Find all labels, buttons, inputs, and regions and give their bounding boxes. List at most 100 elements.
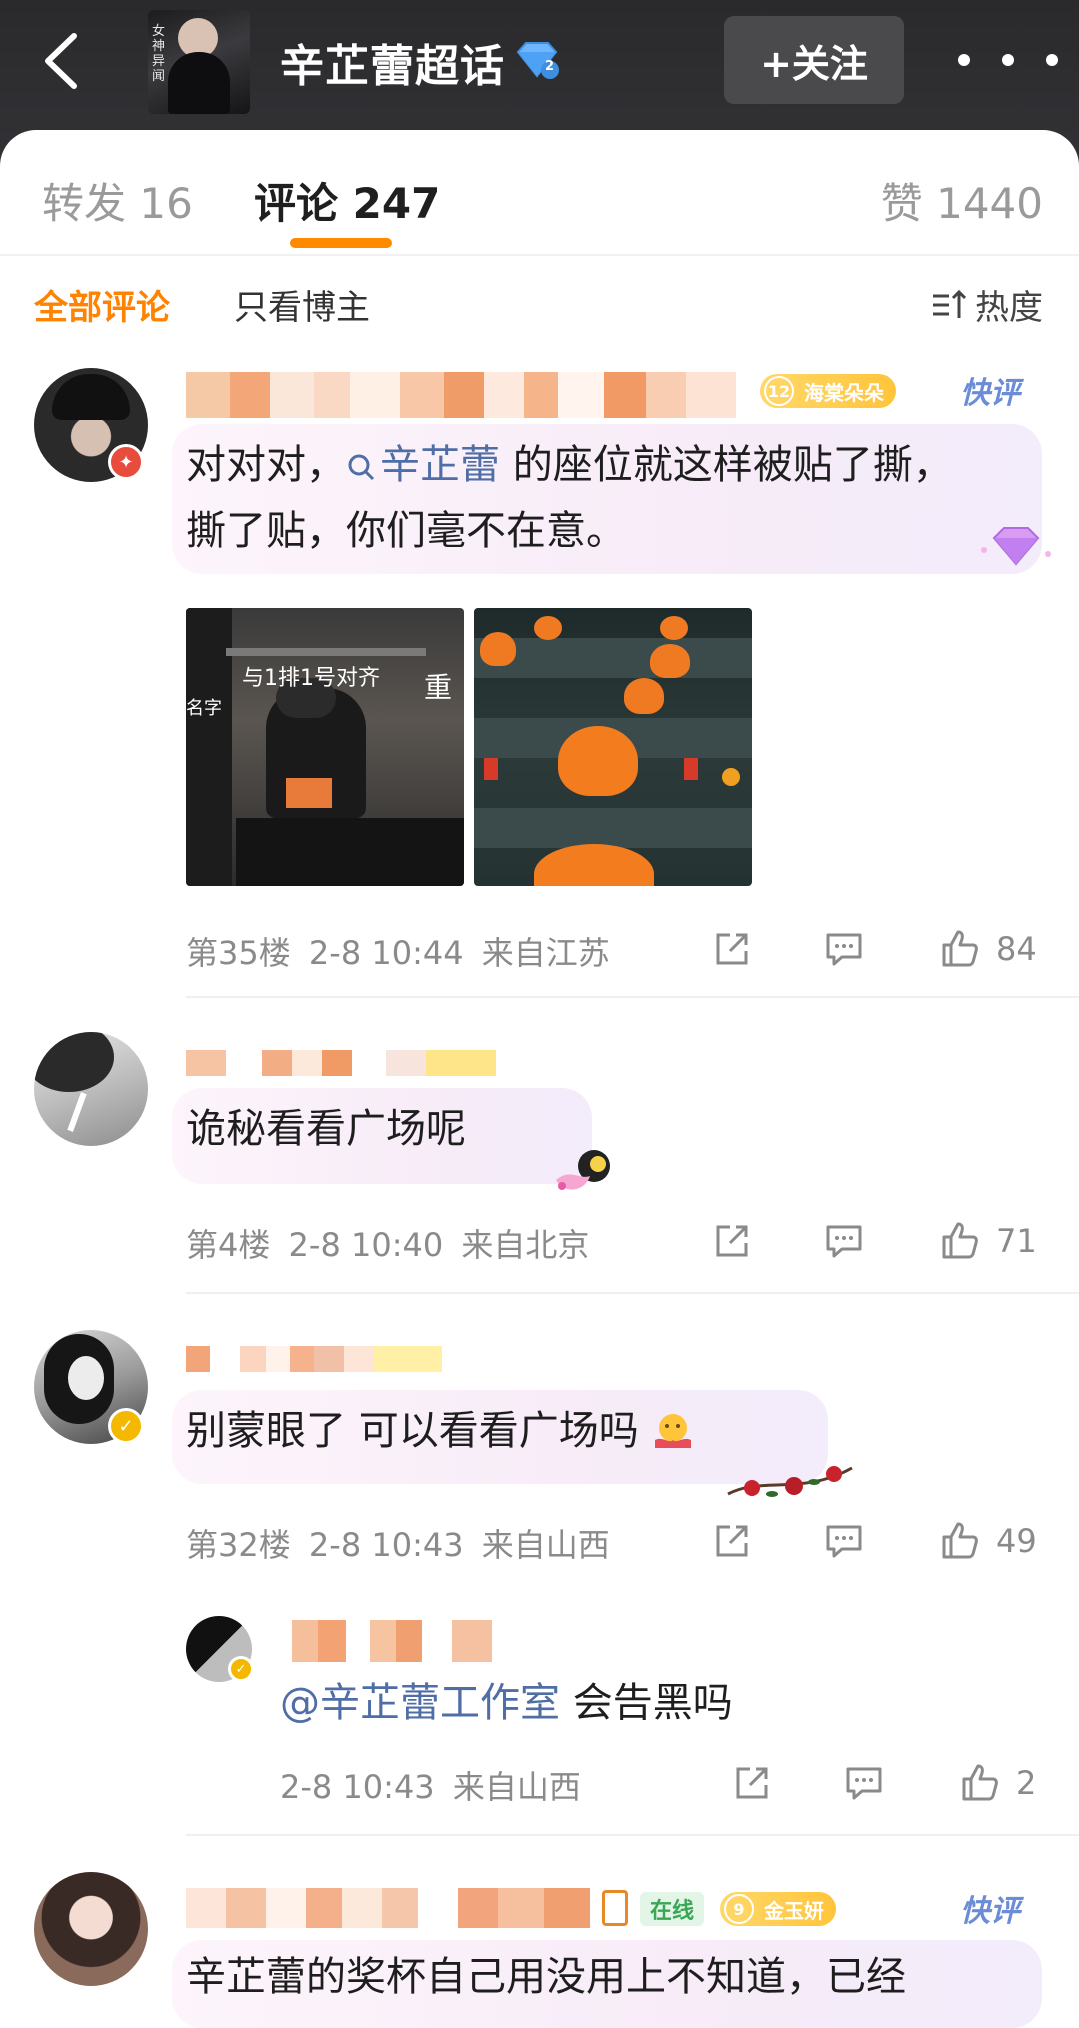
like-button[interactable]: 71: [938, 1216, 1037, 1266]
more-options-button[interactable]: [958, 36, 1058, 84]
mention-link[interactable]: @辛芷蕾工作室: [280, 1680, 560, 1726]
comment-actions: 84: [710, 924, 1050, 974]
reply-meta: 2-8 10:43 来自山西: [280, 1762, 581, 1808]
filter-author-only[interactable]: 只看博主: [234, 280, 370, 329]
image-caption: 名字: [186, 698, 222, 719]
tab-reposts[interactable]: 转发 16: [42, 170, 193, 231]
comment-image[interactable]: 与1排1号对齐 重 名字: [186, 608, 464, 886]
share-button[interactable]: [730, 1758, 774, 1808]
thumbs-up-icon: [942, 1222, 978, 1259]
tab-likes[interactable]: 赞 1440: [881, 170, 1043, 231]
thumbs-up-icon: [942, 930, 978, 967]
share-icon: [736, 1767, 768, 1799]
quick-comment-tag: 快评: [960, 376, 1020, 411]
image-caption: 重: [424, 671, 453, 704]
cartoon-sticker-icon: [556, 1150, 610, 1190]
floor-number: 第4楼: [186, 1226, 271, 1264]
username-blurred[interactable]: [186, 372, 766, 418]
comment-location: 来自山西: [481, 1526, 610, 1564]
image-caption: 与1排1号对齐: [242, 666, 380, 691]
reply-button[interactable]: [822, 924, 866, 974]
share-button[interactable]: [710, 1516, 754, 1566]
fan-badge-name: 金玉妍: [764, 1898, 824, 1923]
comment-meta: 第32楼 2-8 10:43 来自山西: [186, 1520, 610, 1566]
like-button[interactable]: 49: [938, 1516, 1037, 1566]
fan-emblem-icon: [602, 1890, 628, 1926]
quick-comment-tag: 快评: [960, 1894, 1020, 1929]
comment-divider: [186, 1834, 1079, 1836]
comment-text: 辛芷蕾的奖杯自己用没用上不知道，已经: [186, 1954, 906, 2000]
like-count: 2: [1016, 1764, 1037, 1802]
thumbs-up-icon: [962, 1764, 998, 1801]
username-blurred[interactable]: [186, 1888, 590, 1928]
verified-badge-icon: ✓: [108, 1408, 144, 1444]
share-icon: [716, 933, 748, 965]
topic-cover-image[interactable]: 女神异闻: [148, 10, 250, 114]
like-count: 71: [996, 1222, 1037, 1260]
username-blurred[interactable]: [186, 1050, 496, 1076]
tab-comments[interactable]: 评论 247: [254, 170, 440, 231]
comment-text-part: 对对对，: [186, 442, 346, 488]
comment-icon: [826, 1525, 862, 1558]
comment-image[interactable]: [474, 608, 752, 886]
reply-time: 2-8 10:43: [280, 1768, 435, 1806]
reply-button[interactable]: [822, 1516, 866, 1566]
reply-actions: 2: [730, 1758, 1070, 1808]
fan-level-number: 9: [724, 1894, 754, 1924]
comment-icon: [826, 1225, 862, 1258]
thumbs-up-icon: [942, 1522, 978, 1559]
fan-level-badge: 9 金玉妍: [720, 1892, 836, 1926]
like-button[interactable]: 2: [958, 1758, 1036, 1808]
reply-button[interactable]: [842, 1758, 886, 1808]
comment-text-part: 撕了贴，你们毫不在意。: [186, 508, 626, 554]
comment-time: 2-8 10:40: [288, 1226, 444, 1264]
chevron-left-icon: [45, 33, 77, 89]
like-count: 49: [996, 1522, 1037, 1560]
member-badge-icon: ✦: [108, 444, 144, 480]
reply-text-body: 会告黑吗: [560, 1680, 733, 1726]
topic-title[interactable]: 辛芷蕾超话: [280, 30, 505, 94]
sort-label: 热度: [975, 288, 1043, 328]
topic-link[interactable]: 辛芷蕾: [346, 442, 500, 488]
search-icon: [348, 454, 375, 481]
verified-badge-icon: ✓: [228, 1656, 254, 1682]
share-icon: [716, 1225, 748, 1257]
filter-all-comments[interactable]: 全部评论: [34, 280, 170, 329]
back-button[interactable]: [34, 26, 94, 96]
comment-text: 对对对， 辛芷蕾 的座位就这样被贴了撕， 撕了贴，你们毫不在意。: [186, 432, 1046, 564]
more-dot-icon: [958, 54, 970, 66]
rose-vine-decoration-icon: [727, 1466, 853, 1497]
share-button[interactable]: [710, 924, 754, 974]
share-icon: [716, 1525, 748, 1557]
comment-actions: 49: [710, 1516, 1050, 1566]
reply-button[interactable]: [822, 1216, 866, 1266]
comment-actions: 71: [710, 1216, 1050, 1266]
username-blurred[interactable]: [186, 1346, 442, 1372]
fan-badge-name: 海棠朵朵: [804, 380, 884, 405]
comment-time: 2-8 10:44: [308, 934, 464, 972]
share-button[interactable]: [710, 1216, 754, 1266]
diamond-level-badge: 2: [512, 40, 562, 80]
online-status-badge: 在线: [640, 1892, 705, 1926]
comment-time: 2-8 10:43: [308, 1526, 464, 1564]
reply-location: 来自山西: [452, 1768, 581, 1806]
topic-link-label: 辛芷蕾: [380, 442, 500, 488]
follow-button[interactable]: +关注: [724, 16, 904, 104]
fan-level-number: 12: [764, 376, 794, 406]
comment-location: 来自北京: [461, 1226, 590, 1264]
diamond-icon: [516, 42, 559, 79]
more-dot-icon: [1046, 54, 1058, 66]
reply-username-blurred[interactable]: [292, 1620, 502, 1662]
like-button[interactable]: 84: [938, 924, 1037, 974]
avatar[interactable]: [34, 1032, 148, 1146]
hug-emoji-icon: [655, 1414, 692, 1448]
sort-button[interactable]: 热度: [931, 280, 1043, 329]
avatar[interactable]: [34, 1872, 148, 1986]
reply-text: @辛芷蕾工作室 会告黑吗: [280, 1670, 733, 1736]
tab-bar: 转发 16 评论 247 赞 1440: [0, 130, 1079, 256]
comment-text-part: 的座位就这样被贴了撕，: [500, 442, 953, 488]
comment-text: 别蒙眼了 可以看看广场吗: [186, 1398, 695, 1464]
sort-icon: [933, 289, 967, 318]
comment-location: 来自江苏: [481, 934, 610, 972]
comment-meta: 第4楼 2-8 10:40 来自北京: [186, 1220, 589, 1266]
